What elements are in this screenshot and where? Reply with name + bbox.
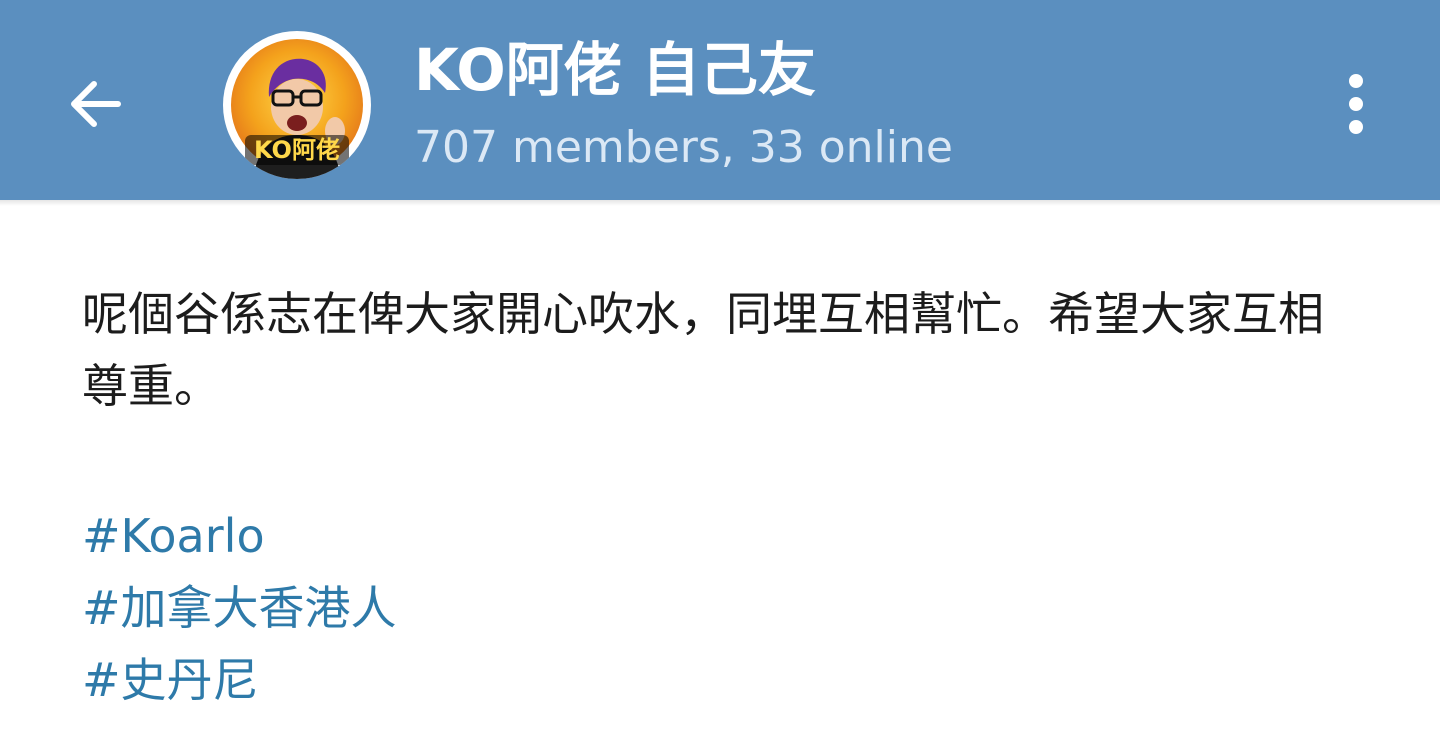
chat-title: KO阿佬 自己友 xyxy=(414,36,816,104)
group-description: 呢個谷係志在俾大家開心吹水，同埋互相幫忙。希望大家互相尊重。 xyxy=(82,287,1324,413)
hashtag-link[interactable]: #Koarlo xyxy=(82,500,1082,572)
avatar-badge: KO阿佬 xyxy=(245,135,349,165)
header-shadow xyxy=(0,200,1440,206)
more-vertical-icon xyxy=(1349,74,1363,134)
back-button[interactable] xyxy=(52,60,140,148)
hashtag-link[interactable]: #加拿大香港人 xyxy=(82,572,1082,644)
member-count: 707 members, 33 online xyxy=(414,122,953,173)
hashtag-link[interactable]: #史丹尼 xyxy=(82,644,1082,716)
hashtag-list: #Koarlo #加拿大香港人 #史丹尼 xyxy=(82,500,1082,716)
chat-title-block[interactable]: KO阿佬 自己友 707 members, 33 online xyxy=(414,34,1314,184)
chat-header: KO阿佬 KO阿佬 自己友 707 members, 33 online xyxy=(0,0,1440,200)
arrow-left-icon xyxy=(71,81,121,127)
more-menu-button[interactable] xyxy=(1316,62,1396,146)
group-info: 呢個谷係志在俾大家開心吹水，同埋互相幫忙。希望大家互相尊重。 xyxy=(82,278,1342,422)
group-avatar[interactable]: KO阿佬 xyxy=(223,31,371,179)
